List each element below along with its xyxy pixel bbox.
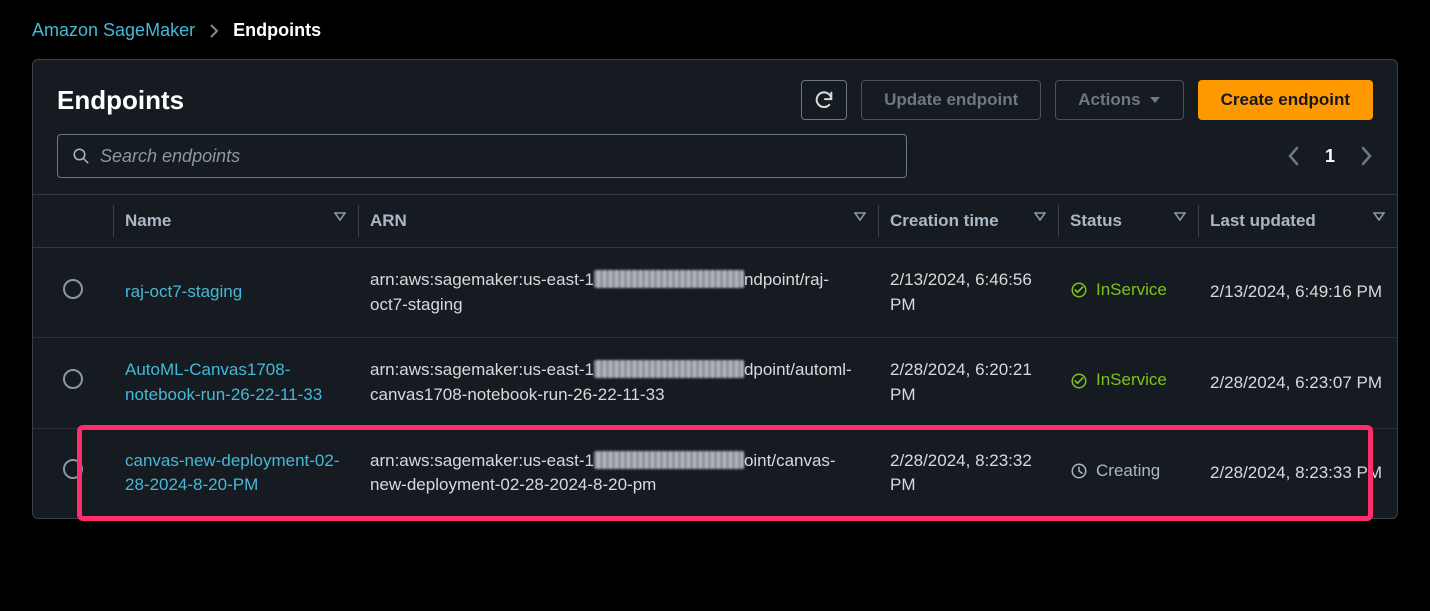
status-text: InService — [1096, 368, 1167, 393]
col-label: Last updated — [1210, 211, 1316, 231]
redacted-segment — [594, 360, 744, 378]
caret-down-icon — [1149, 95, 1161, 105]
last-updated: 2/28/2024, 6:23:07 PM — [1198, 338, 1397, 428]
create-endpoint-button[interactable]: Create endpoint — [1198, 80, 1373, 120]
endpoint-arn: arn:aws:sagemaker:us-east-1oint/canvas-n… — [370, 451, 836, 495]
sort-icon — [334, 211, 346, 221]
endpoint-arn: arn:aws:sagemaker:us-east-1ndpoint/raj-o… — [370, 270, 829, 314]
search-box[interactable] — [57, 134, 907, 178]
next-page-button[interactable] — [1359, 146, 1373, 166]
status-icon — [1070, 281, 1088, 299]
col-status[interactable]: Status — [1058, 195, 1198, 248]
button-label: Create endpoint — [1221, 90, 1350, 110]
col-label: Creation time — [890, 211, 999, 231]
breadcrumb-current: Endpoints — [233, 20, 321, 41]
chevron-right-icon — [209, 24, 219, 38]
table-row: raj-oct7-staging arn:aws:sagemaker:us-ea… — [33, 248, 1397, 338]
status-text: InService — [1096, 278, 1167, 303]
endpoint-name-link[interactable]: canvas-new-deployment-02-28-2024-8-20-PM — [125, 451, 340, 495]
update-endpoint-button[interactable]: Update endpoint — [861, 80, 1041, 120]
col-select — [33, 195, 113, 248]
col-creation-time[interactable]: Creation time — [878, 195, 1058, 248]
actions-button[interactable]: Actions — [1055, 80, 1183, 120]
row-select-radio[interactable] — [63, 459, 83, 479]
endpoint-name-link[interactable]: raj-oct7-staging — [125, 282, 242, 301]
col-label: ARN — [370, 211, 407, 231]
breadcrumb: Amazon SageMaker Endpoints — [32, 20, 1398, 41]
status-icon — [1070, 462, 1088, 480]
endpoint-name-link[interactable]: AutoML-Canvas1708-notebook-run-26-22-11-… — [125, 360, 322, 404]
last-updated: 2/28/2024, 8:23:33 PM — [1198, 428, 1397, 518]
col-label: Name — [125, 211, 171, 231]
endpoints-panel: Endpoints Update endpoint Actions Create… — [32, 59, 1398, 519]
search-input[interactable] — [100, 146, 892, 167]
row-select-radio[interactable] — [63, 279, 83, 299]
pagination: 1 — [1287, 146, 1373, 167]
status-badge: InService — [1070, 278, 1167, 303]
refresh-button[interactable] — [801, 80, 847, 120]
prev-page-button[interactable] — [1287, 146, 1301, 166]
redacted-segment — [594, 270, 744, 288]
refresh-icon — [813, 89, 835, 111]
button-label: Actions — [1078, 90, 1140, 110]
creation-time: 2/13/2024, 6:46:56 PM — [878, 248, 1058, 338]
sort-icon — [1034, 211, 1046, 221]
col-label: Status — [1070, 211, 1122, 231]
col-last-updated[interactable]: Last updated — [1198, 195, 1397, 248]
button-label: Update endpoint — [884, 90, 1018, 110]
sort-icon — [1373, 211, 1385, 221]
status-text: Creating — [1096, 459, 1160, 484]
page-number: 1 — [1325, 146, 1335, 167]
redacted-segment — [594, 451, 744, 469]
table-row: canvas-new-deployment-02-28-2024-8-20-PM… — [33, 428, 1397, 518]
sort-icon — [854, 211, 866, 221]
last-updated: 2/13/2024, 6:49:16 PM — [1198, 248, 1397, 338]
creation-time: 2/28/2024, 6:20:21 PM — [878, 338, 1058, 428]
status-badge: Creating — [1070, 459, 1160, 484]
status-icon — [1070, 372, 1088, 390]
page-title: Endpoints — [57, 85, 184, 116]
breadcrumb-root-link[interactable]: Amazon SageMaker — [32, 20, 195, 41]
status-badge: InService — [1070, 368, 1167, 393]
creation-time: 2/28/2024, 8:23:32 PM — [878, 428, 1058, 518]
endpoint-arn: arn:aws:sagemaker:us-east-1dpoint/automl… — [370, 360, 852, 404]
col-arn[interactable]: ARN — [358, 195, 878, 248]
row-select-radio[interactable] — [63, 369, 83, 389]
col-name[interactable]: Name — [113, 195, 358, 248]
search-icon — [72, 147, 90, 165]
endpoints-table: Name ARN Creation time Status — [33, 194, 1397, 518]
sort-icon — [1174, 211, 1186, 221]
table-row: AutoML-Canvas1708-notebook-run-26-22-11-… — [33, 338, 1397, 428]
